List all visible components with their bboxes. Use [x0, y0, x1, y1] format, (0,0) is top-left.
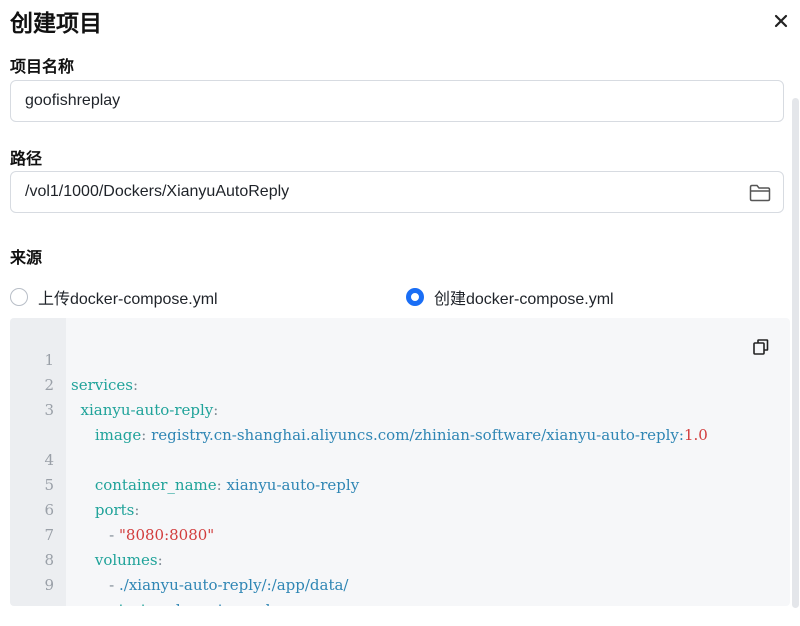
- code-line: 1 services:: [10, 323, 790, 394]
- code-editor[interactable]: 1 services: 2 xianyu-auto-reply: 3 image…: [10, 318, 790, 606]
- dialog-title: 创建项目: [10, 10, 102, 36]
- close-button[interactable]: [768, 8, 794, 34]
- path-value: /vol1/1000/Dockers/XianyuAutoReply: [25, 183, 290, 200]
- close-icon[interactable]: [768, 8, 794, 34]
- yaml-key: restart: [95, 601, 147, 606]
- source-option-create[interactable]: 创建docker-compose.yml: [406, 285, 614, 309]
- project-name-input[interactable]: goofishreplay: [10, 80, 784, 122]
- yaml-value: unless-stopped: [152, 601, 271, 606]
- code-line: 7 volumes:: [10, 498, 790, 569]
- code-line: 5 ports:: [10, 448, 790, 519]
- line-text: restart: unless-stopped: [71, 598, 271, 606]
- line-text: - ./xianyu-auto-reply/:/app/data/: [71, 573, 348, 598]
- code-line: 8 - ./xianyu-auto-reply/:/app/data/: [10, 523, 790, 594]
- radio-upload[interactable]: [10, 288, 28, 306]
- code-line: 4 container_name: xianyu-auto-reply: [10, 423, 790, 494]
- radio-create[interactable]: [406, 288, 424, 306]
- path-label: 路径: [10, 151, 43, 168]
- line-number: 3: [44, 401, 54, 419]
- yaml-value: ./xianyu-auto-reply/:/app/data/: [119, 576, 349, 594]
- radio-upload-label: 上传docker-compose.yml: [38, 291, 218, 308]
- radio-create-label: 创建docker-compose.yml: [434, 291, 614, 308]
- code-line: 6 - "8080:8080": [10, 473, 790, 544]
- source-label: 来源: [10, 250, 43, 267]
- source-option-upload[interactable]: 上传docker-compose.yml: [10, 285, 218, 309]
- dialog-body: 项目名称 goofishreplay 路径 /vol1/1000/Dockers…: [0, 48, 800, 626]
- path-input[interactable]: /vol1/1000/Dockers/XianyuAutoReply: [10, 171, 784, 213]
- folder-icon[interactable]: [749, 184, 771, 202]
- line-number: 9: [44, 576, 54, 594]
- code-line: 3 image: registry.cn-shanghai.aliyuncs.c…: [10, 373, 790, 444]
- code-line: 2 xianyu-auto-reply:: [10, 348, 790, 419]
- code-lines: 1 services: 2 xianyu-auto-reply: 3 image…: [10, 323, 790, 606]
- yaml-dash: -: [109, 576, 119, 594]
- project-name-label: 项目名称: [10, 59, 75, 76]
- code-line: 9 restart: unless-stopped: [10, 548, 790, 606]
